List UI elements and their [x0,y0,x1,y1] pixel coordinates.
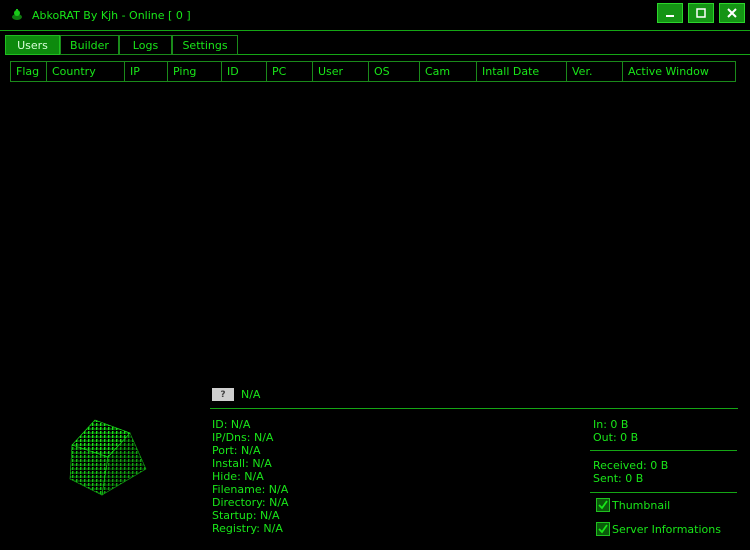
tab-users[interactable]: Users [5,35,60,55]
checkmark-icon [598,524,608,534]
checkmark-icon [598,500,608,510]
column-version[interactable]: Ver. [567,62,623,81]
window-title: AbkoRAT By Kjh - Online [ 0 ] [32,9,191,22]
detail-hide: Hide: N/A [212,470,264,483]
server-info-label: Server Informations [612,522,721,536]
users-table-body[interactable] [10,82,736,382]
thumbnail-label: Thumbnail [612,498,671,512]
app-icon [12,9,22,20]
thumbnail-option[interactable]: Thumbnail [596,498,670,512]
detail-id: ID: N/A [212,418,251,431]
traffic-in: In: 0 B [593,418,629,431]
tab-settings[interactable]: Settings [172,35,238,55]
server-info-checkbox[interactable] [596,522,610,536]
title-separator [0,30,750,31]
selected-country: N/A [241,388,261,401]
users-table-header: Flag Country IP Ping ID PC User OS Cam I… [10,61,736,82]
thumbnail-checkbox[interactable] [596,498,610,512]
tab-strip-line [238,54,750,55]
minimize-icon [666,15,674,17]
traffic-out: Out: 0 B [593,431,639,444]
column-ip[interactable]: IP [125,62,168,81]
tab-builder[interactable]: Builder [60,35,119,55]
column-os[interactable]: OS [369,62,420,81]
column-install-date[interactable]: Intall Date [477,62,567,81]
traffic-now: In: 0 B Out: 0 B [593,418,638,444]
column-pc[interactable]: PC [267,62,313,81]
tab-logs[interactable]: Logs [119,35,172,55]
title-bar: AbkoRAT By Kjh - Online [ 0 ] [0,0,750,30]
detail-install: Install: N/A [212,457,272,470]
column-flag[interactable]: Flag [11,62,47,81]
detail-directory: Directory: N/A [212,496,289,509]
traffic-received: Received: 0 B [593,459,669,472]
traffic-separator [590,450,737,451]
detail-startup: Startup: N/A [212,509,280,522]
maximize-button[interactable] [688,3,714,23]
detail-registry: Registry: N/A [212,522,283,535]
details-panel: ID: N/A IP/Dns: N/A Port: N/A Install: N… [212,418,289,535]
maximize-icon [696,8,706,18]
close-button[interactable] [719,3,745,23]
close-icon [727,8,737,18]
flag-placeholder-icon: ? [212,388,234,401]
traffic-total: Received: 0 B Sent: 0 B [593,459,668,485]
detail-filename: Filename: N/A [212,483,289,496]
matrix-cube-logo [69,419,147,496]
minimize-button[interactable] [657,3,683,23]
options-separator [590,492,737,493]
server-info-option[interactable]: Server Informations [596,522,721,536]
column-country[interactable]: Country [47,62,125,81]
column-active-window[interactable]: Active Window [623,62,735,81]
detail-port: Port: N/A [212,444,261,457]
details-separator [210,408,738,409]
detail-ip: IP/Dns: N/A [212,431,274,444]
column-cam[interactable]: Cam [420,62,477,81]
column-ping[interactable]: Ping [168,62,222,81]
column-id[interactable]: ID [222,62,267,81]
column-user[interactable]: User [313,62,369,81]
traffic-sent: Sent: 0 B [593,472,644,485]
